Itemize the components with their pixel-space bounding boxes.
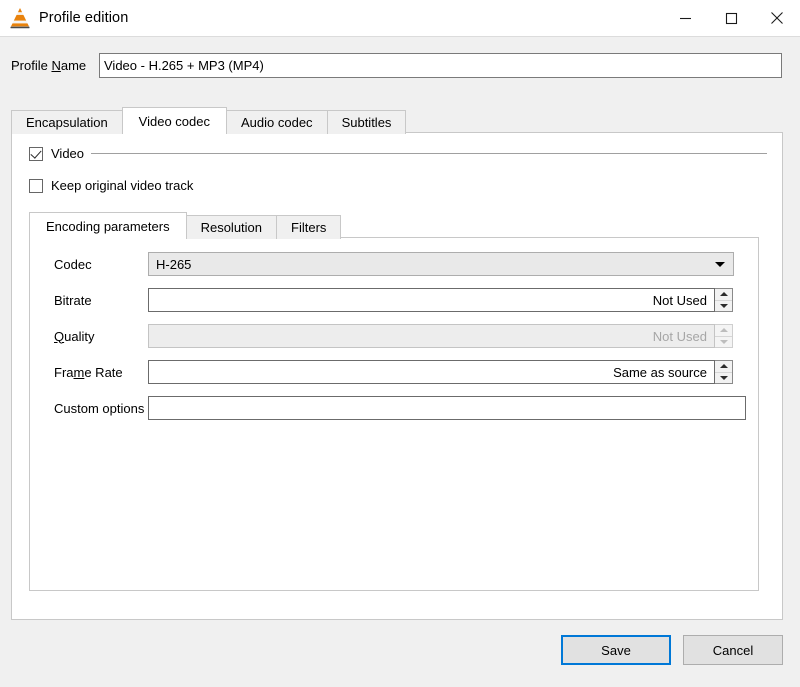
frame-rate-spin-up[interactable]	[715, 361, 732, 373]
quality-spin-down	[715, 337, 732, 348]
custom-options-row: Custom options	[30, 390, 760, 426]
quality-row: Quality Not Used	[30, 318, 760, 354]
chevron-down-icon	[715, 262, 725, 267]
quality-input: Not Used	[148, 324, 715, 348]
dialog-footer: Save Cancel	[0, 630, 800, 670]
encoding-tab-strip: Encoding parameters Resolution Filters	[29, 212, 759, 239]
video-codec-panel: Video Keep original video track Encoding…	[11, 132, 783, 620]
quality-stepper: Not Used	[148, 324, 733, 348]
profile-name-row: Profile Name	[0, 47, 800, 83]
main-tab-strip: Encapsulation Video codec Audio codec Su…	[11, 107, 783, 134]
close-icon[interactable]	[754, 0, 800, 36]
save-button[interactable]: Save	[561, 635, 671, 665]
video-checkbox-label: Video	[51, 146, 85, 161]
frame-rate-row: Frame Rate Same as source	[30, 354, 760, 390]
encoding-parameters-panel: Codec H-265 Bitrate Not Used Quality Not…	[29, 237, 759, 591]
tab-encapsulation[interactable]: Encapsulation	[11, 110, 123, 134]
tab-video-codec[interactable]: Video codec	[121, 107, 227, 134]
frame-rate-spin-buttons	[715, 360, 733, 384]
profile-name-input[interactable]	[99, 52, 782, 78]
profile-name-label: Profile Name	[11, 57, 87, 73]
window-title: Profile edition	[39, 10, 129, 26]
video-checkbox[interactable]	[29, 146, 43, 161]
bitrate-row: Bitrate Not Used	[30, 282, 760, 318]
encoding-form: Codec H-265 Bitrate Not Used Quality Not…	[30, 246, 760, 426]
frame-rate-input[interactable]: Same as source	[148, 360, 715, 384]
tab-resolution[interactable]: Resolution	[185, 215, 278, 239]
video-group-header: Video	[29, 146, 769, 161]
custom-options-input[interactable]	[148, 396, 746, 420]
tab-filters[interactable]: Filters	[276, 215, 342, 239]
quality-label: Quality	[54, 328, 95, 344]
frame-rate-label: Frame Rate	[54, 364, 123, 380]
codec-select[interactable]: H-265	[148, 252, 734, 276]
group-separator	[91, 153, 767, 154]
codec-label: Codec	[54, 256, 92, 272]
tab-encoding-parameters[interactable]: Encoding parameters	[29, 212, 187, 239]
window-controls	[662, 0, 800, 36]
quality-spin-up	[715, 325, 732, 337]
custom-options-label: Custom options	[54, 400, 145, 416]
codec-value: H-265	[156, 256, 192, 272]
title-bar: Profile edition	[0, 0, 800, 37]
bitrate-spin-down[interactable]	[715, 301, 732, 312]
minimize-icon[interactable]	[662, 0, 708, 36]
maximize-icon[interactable]	[708, 0, 754, 36]
keep-original-video-track-checkbox[interactable]	[29, 178, 43, 193]
bitrate-spin-up[interactable]	[715, 289, 732, 301]
frame-rate-stepper: Same as source	[148, 360, 733, 384]
keep-original-video-track-label: Keep original video track	[51, 178, 194, 193]
bitrate-label: Bitrate	[54, 292, 92, 308]
keep-original-row: Keep original video track	[29, 178, 193, 193]
cancel-button[interactable]: Cancel	[683, 635, 783, 665]
tab-audio-codec[interactable]: Audio codec	[226, 110, 328, 134]
quality-spin-buttons	[715, 324, 733, 348]
vlc-cone-icon	[10, 8, 30, 29]
codec-row: Codec H-265	[30, 246, 760, 282]
tab-subtitles[interactable]: Subtitles	[326, 110, 407, 134]
frame-rate-spin-down[interactable]	[715, 373, 732, 384]
bitrate-input[interactable]: Not Used	[148, 288, 715, 312]
bitrate-spin-buttons	[715, 288, 733, 312]
bitrate-stepper: Not Used	[148, 288, 733, 312]
